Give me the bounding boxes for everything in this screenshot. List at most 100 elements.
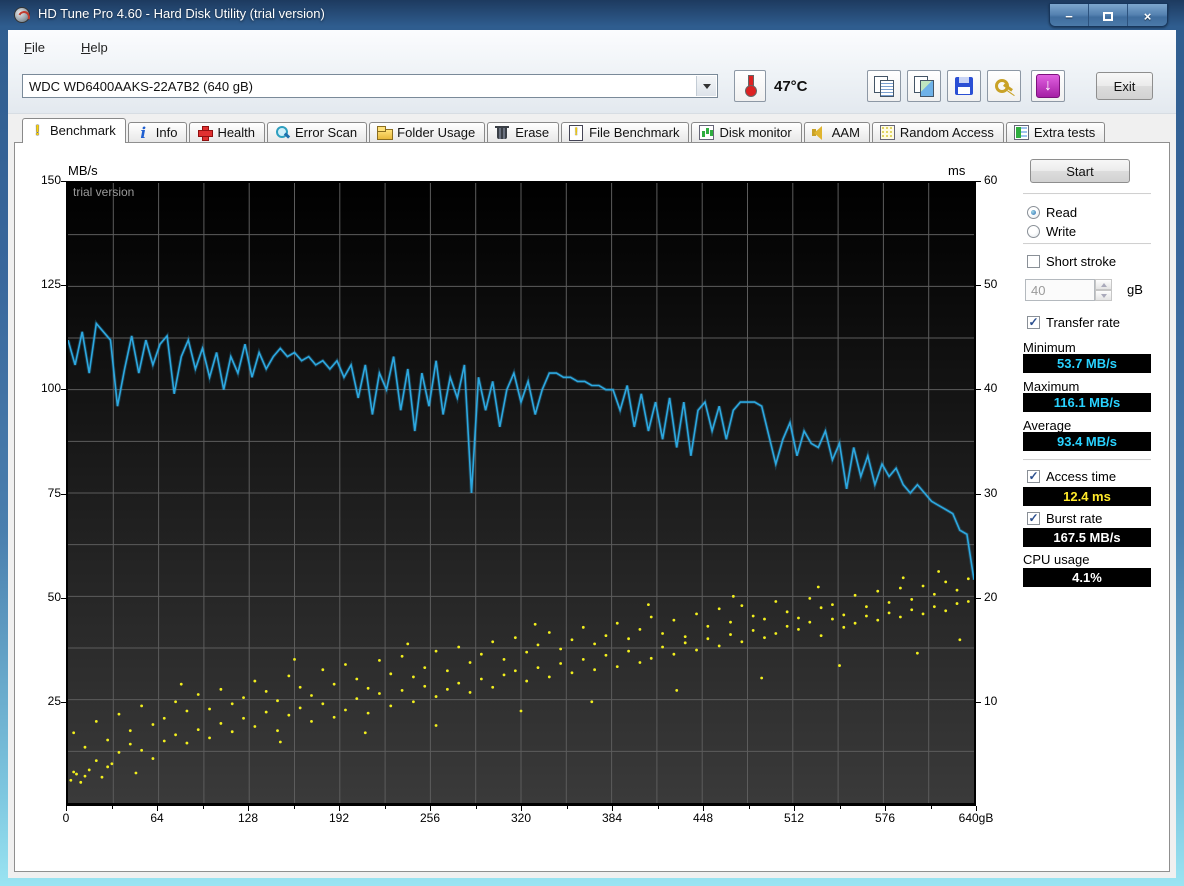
- cpu-usage-label: CPU usage: [1023, 552, 1090, 567]
- minimum-value: 53.7 MB/s: [1023, 354, 1151, 373]
- average-value: 93.4 MB/s: [1023, 432, 1151, 451]
- transfer-rate-label: Transfer rate: [1046, 315, 1120, 330]
- erase-icon: [495, 125, 510, 140]
- write-radio[interactable]: [1027, 225, 1040, 238]
- transfer-rate-checkbox[interactable]: ✓: [1027, 316, 1040, 329]
- drive-selector-dropdown[interactable]: [696, 76, 716, 96]
- chart-canvas: [68, 183, 974, 803]
- left-tick-mark: [61, 597, 66, 599]
- options-button[interactable]: [987, 70, 1021, 102]
- access-time-value: 12.4 ms: [1023, 487, 1151, 506]
- read-radio[interactable]: [1027, 206, 1040, 219]
- left-tick-mark: [61, 181, 66, 182]
- tab-extra-tests[interactable]: Extra tests: [1005, 122, 1106, 143]
- x-tick-label: 320: [510, 811, 532, 825]
- left-tick-mark: [61, 493, 66, 495]
- spin-down-icon: [1095, 290, 1112, 301]
- tab-label: Folder Usage: [397, 125, 476, 140]
- short-stroke-value-input[interactable]: 40: [1025, 279, 1095, 301]
- right-tick-mark: [976, 597, 981, 599]
- left-tick-mark: [61, 701, 66, 703]
- drive-selector-value: WDC WD6400AAKS-22A7B2 (640 gB): [29, 78, 253, 94]
- tab-aam[interactable]: AAM: [803, 122, 870, 143]
- x-minor-tick-mark: [384, 806, 386, 809]
- tab-label: Error Scan: [295, 125, 358, 140]
- left-tick-label: 100: [40, 381, 61, 396]
- x-minor-tick-mark: [748, 806, 750, 809]
- x-minor-tick-mark: [930, 806, 932, 809]
- right-tick-label: 30: [984, 485, 998, 500]
- x-minor-tick-mark: [566, 806, 568, 809]
- minimize-button[interactable]: −: [1050, 4, 1089, 26]
- copy-text-button[interactable]: [867, 70, 901, 102]
- x-tick-label: 128: [237, 811, 259, 825]
- maximize-icon: [1103, 11, 1113, 21]
- right-axis-title: ms: [948, 163, 966, 178]
- burst-rate-checkbox[interactable]: ✓: [1027, 512, 1040, 525]
- temperature-button[interactable]: [734, 70, 766, 102]
- minimum-label: Minimum: [1023, 340, 1076, 355]
- copy-image-icon: [914, 76, 934, 97]
- average-label: Average: [1023, 418, 1072, 433]
- right-tick-mark: [976, 181, 981, 182]
- copy-text-icon: [874, 76, 894, 97]
- window-title: HD Tune Pro 4.60 - Hard Disk Utility (tr…: [38, 6, 325, 21]
- tab-label: Benchmark: [50, 123, 116, 138]
- drive-selector[interactable]: WDC WD6400AAKS-22A7B2 (640 gB): [22, 74, 718, 98]
- separator: [1023, 193, 1151, 195]
- copy-image-button[interactable]: [907, 70, 941, 102]
- x-minor-tick-mark: [202, 806, 204, 809]
- right-tick-label: 10: [984, 693, 998, 708]
- left-tick-label: 150: [40, 173, 61, 187]
- update-button[interactable]: ↓: [1031, 70, 1065, 102]
- short-stroke-label: Short stroke: [1046, 254, 1117, 269]
- right-tick-label: 40: [984, 381, 998, 396]
- spin-up-icon: [1095, 279, 1112, 290]
- extra-tests-icon: [1013, 125, 1029, 140]
- tab-folder-usage[interactable]: Folder Usage: [369, 122, 486, 143]
- tab-label: File Benchmark: [589, 125, 680, 140]
- random-access-icon: [879, 125, 895, 140]
- x-tick-label: 640gB: [958, 811, 994, 825]
- x-tick-label: 576: [874, 811, 896, 825]
- x-minor-tick-mark: [657, 806, 659, 809]
- x-tick-label: 192: [328, 811, 350, 825]
- left-tick-label: 75: [47, 485, 61, 500]
- menu-help[interactable]: Help: [75, 37, 114, 58]
- tab-info[interactable]: Info: [127, 122, 188, 143]
- right-tick-mark: [976, 285, 981, 287]
- tab-label: Info: [155, 125, 178, 140]
- access-time-checkbox[interactable]: ✓: [1027, 470, 1040, 483]
- read-label: Read: [1046, 205, 1078, 220]
- exit-button[interactable]: Exit: [1096, 72, 1153, 100]
- tab-file-benchmark[interactable]: File Benchmark: [561, 122, 690, 143]
- short-stroke-stepper[interactable]: [1095, 279, 1112, 301]
- start-button[interactable]: Start: [1030, 159, 1130, 183]
- save-button[interactable]: [947, 70, 981, 102]
- tab-random-access[interactable]: Random Access: [871, 122, 1004, 143]
- tab-disk-monitor[interactable]: Disk monitor: [691, 122, 802, 143]
- maximum-value: 116.1 MB/s: [1023, 393, 1151, 412]
- close-button[interactable]: ×: [1128, 4, 1167, 26]
- x-tick-mark: [430, 806, 431, 811]
- tab-health[interactable]: Health: [189, 122, 266, 143]
- x-tick-label: 256: [419, 811, 441, 825]
- title-bar[interactable]: HD Tune Pro 4.60 - Hard Disk Utility (tr…: [0, 0, 1184, 30]
- save-icon: [955, 77, 973, 95]
- x-tick-label: 0: [62, 811, 70, 825]
- menu-file[interactable]: File: [18, 37, 51, 58]
- tab-label: Extra tests: [1033, 125, 1096, 140]
- trial-watermark: trial version: [73, 185, 135, 199]
- x-minor-tick-mark: [839, 806, 841, 809]
- short-stroke-checkbox[interactable]: [1027, 255, 1040, 268]
- error-scan-icon: [275, 125, 290, 140]
- maximize-button[interactable]: [1089, 4, 1128, 26]
- x-tick-mark: [339, 806, 340, 811]
- right-tick-label: 50: [984, 277, 998, 292]
- tab-error-scan[interactable]: Error Scan: [267, 122, 368, 143]
- x-minor-tick-mark: [293, 806, 295, 809]
- tab-erase[interactable]: Erase: [487, 122, 560, 143]
- tab-benchmark[interactable]: Benchmark: [22, 118, 126, 143]
- x-tick-label: 384: [601, 811, 623, 825]
- x-tick-mark: [885, 806, 886, 811]
